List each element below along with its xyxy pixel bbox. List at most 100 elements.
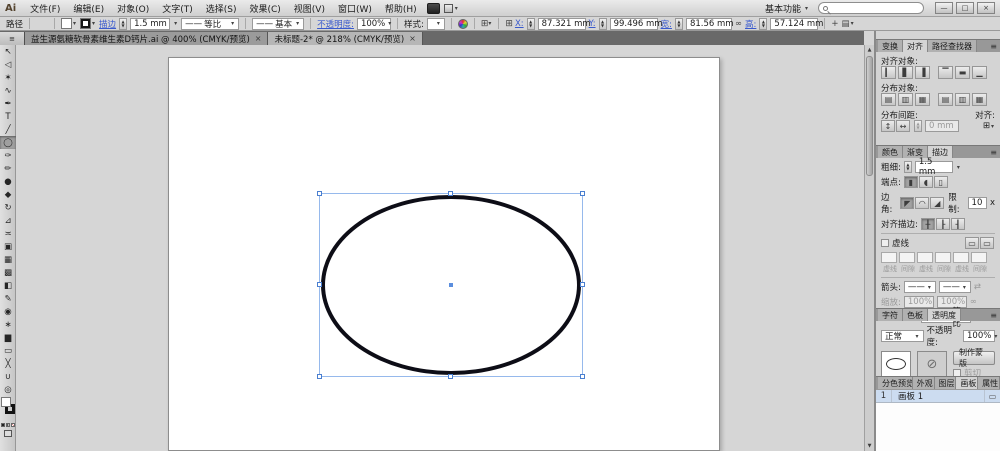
blend-mode-dropdown[interactable]: 正常▾	[881, 330, 924, 342]
menu-edit[interactable]: 编辑(E)	[67, 1, 110, 16]
close-button[interactable]: ×	[977, 2, 995, 14]
eyedropper-tool[interactable]: ✎	[0, 292, 16, 305]
cap-butt-button[interactable]: ▮	[904, 176, 918, 188]
miter-field[interactable]: 10	[968, 197, 987, 209]
tab-attributes[interactable]: 属性	[978, 377, 1000, 389]
drawing-mode-icon[interactable]	[4, 430, 12, 437]
eraser-tool[interactable]: ◆	[0, 188, 16, 201]
gap-input[interactable]	[899, 252, 915, 263]
stroke-panel-link[interactable]: 描边	[99, 18, 116, 30]
tab-color[interactable]: 颜色	[878, 146, 903, 158]
tab-layers[interactable]: 图层	[935, 377, 957, 389]
reference-point-locator-icon[interactable]: ⊞	[505, 19, 512, 29]
brush-definition-dropdown[interactable]: ——基本▾	[252, 18, 304, 30]
object-thumbnail[interactable]	[881, 351, 911, 377]
vertical-scrollbar[interactable]: ▲ ▼	[864, 45, 874, 451]
tab-separation-preview[interactable]: 分色预览	[878, 377, 913, 389]
selection-tool[interactable]: ↖	[0, 45, 16, 58]
selection-handle[interactable]	[580, 191, 585, 196]
workspace-switcher[interactable]: 基本功能▾	[765, 2, 809, 15]
pen-tool[interactable]: ✒	[0, 97, 16, 110]
arrow-end-dropdown[interactable]: ——▾	[939, 281, 971, 293]
tab-swatches[interactable]: 色板	[903, 309, 928, 321]
height-stepper[interactable]: ▲▼	[759, 18, 767, 30]
slice-tool[interactable]: ╳	[0, 357, 16, 370]
align-stroke-inside-button[interactable]: ┠	[936, 218, 950, 230]
selection-handle[interactable]	[448, 374, 453, 379]
artboard-list-item[interactable]: 1 画板 1 ▭	[876, 390, 1000, 403]
line-segment-tool[interactable]: ╱	[0, 123, 16, 136]
tab-pathfinder[interactable]: 路径查找器	[928, 40, 977, 52]
gap-input[interactable]	[935, 252, 951, 263]
x-label[interactable]: X:	[515, 19, 524, 29]
close-tab-icon[interactable]: ×	[409, 34, 416, 43]
color-mode-icon[interactable]	[1, 423, 5, 427]
opacity-panel-link[interactable]: 不透明度:	[317, 18, 354, 30]
distribute-right-button[interactable]: ▦	[972, 93, 987, 106]
type-tool[interactable]: T	[0, 110, 16, 123]
menu-help[interactable]: 帮助(H)	[379, 1, 423, 16]
document-tab-active[interactable]: 未标题-2* @ 218% (CMYK/预览) ×	[268, 32, 422, 45]
width-field[interactable]: 81.56 mm	[686, 18, 732, 30]
gap-input[interactable]	[971, 252, 987, 263]
weight-stepper[interactable]: ▲▼	[904, 161, 912, 173]
panel-menu-icon[interactable]: ≡	[990, 42, 997, 51]
join-round-button[interactable]: ◠	[915, 197, 929, 209]
selection-handle[interactable]	[317, 374, 322, 379]
magic-wand-tool[interactable]: ✶	[0, 71, 16, 84]
menu-select[interactable]: 选择(S)	[200, 1, 243, 16]
distribute-left-button[interactable]: ▤	[938, 93, 953, 106]
zoom-tool[interactable]: ◎	[0, 383, 16, 396]
align-stroke-outside-button[interactable]: ┨	[951, 218, 965, 230]
stroke-weight-dropdown-icon[interactable]: ▾	[173, 20, 178, 27]
y-field[interactable]: 99.496 mm	[610, 18, 658, 30]
search-input[interactable]	[818, 2, 924, 14]
width-label[interactable]: 宽:	[661, 18, 672, 30]
dash-input[interactable]	[917, 252, 933, 263]
align-right-button[interactable]: ▐	[915, 66, 930, 79]
document-tab-inactive[interactable]: 益生源氨糖软骨素维生素D钙片.ai @ 400% (CMYK/预览) ×	[25, 32, 268, 45]
selection-handle[interactable]	[580, 374, 585, 379]
preserve-dash-button[interactable]: ▭	[965, 237, 979, 249]
align-stroke-center-button[interactable]: ╂	[921, 218, 935, 230]
arrange-documents-icon[interactable]: ▾	[444, 4, 459, 13]
more-options-icon[interactable]: ▤▾	[842, 19, 855, 29]
width-stepper[interactable]: ▲▼	[675, 18, 683, 30]
align-hcenter-button[interactable]: ▋	[898, 66, 913, 79]
y-stepper[interactable]: ▲▼	[599, 18, 607, 30]
artboard-icon[interactable]: ▭	[984, 390, 1000, 402]
align-left-button[interactable]: ▎	[881, 66, 896, 79]
fill-stroke-swatches[interactable]	[0, 397, 16, 421]
scroll-up-icon[interactable]: ▲	[865, 45, 874, 55]
dash-input[interactable]	[953, 252, 969, 263]
weight-dropdown-icon[interactable]: ▾	[956, 164, 961, 171]
artboard-name[interactable]: 画板 1	[892, 390, 984, 402]
join-bevel-button[interactable]: ◢	[930, 197, 944, 209]
tab-character[interactable]: 字符	[878, 309, 903, 321]
align-top-button[interactable]: ▔	[938, 66, 953, 79]
menu-effect[interactable]: 效果(C)	[243, 1, 286, 16]
none-mode-icon[interactable]	[11, 423, 15, 427]
column-graph-tool[interactable]: ▆	[0, 331, 16, 344]
opacity-field[interactable]: 100%▾	[357, 18, 391, 30]
cap-projecting-button[interactable]: ▯	[934, 176, 948, 188]
mask-thumbnail[interactable]: ⊘	[917, 351, 947, 377]
paintbrush-tool[interactable]: ✑	[0, 149, 16, 162]
menu-file[interactable]: 文件(F)	[24, 1, 66, 16]
menu-view[interactable]: 视图(V)	[288, 1, 331, 16]
selection-bounding-box[interactable]	[319, 193, 583, 377]
close-tab-icon[interactable]: ×	[255, 34, 262, 43]
pencil-tool[interactable]: ✏	[0, 162, 16, 175]
lasso-tool[interactable]: ∿	[0, 84, 16, 97]
align-dash-button[interactable]: ▭	[980, 237, 994, 249]
align-options-dropdown[interactable]: ⊞▾	[481, 19, 493, 29]
make-mask-button[interactable]: 制作蒙版	[953, 351, 995, 365]
direct-selection-tool[interactable]: ◁	[0, 58, 16, 71]
width-profile-dropdown[interactable]: ——等比▾	[181, 18, 239, 30]
dash-input[interactable]	[881, 252, 897, 263]
free-transform-icon[interactable]: +	[831, 19, 838, 29]
scrollbar-thumb[interactable]	[866, 56, 873, 176]
tab-transparency[interactable]: 透明度	[928, 309, 961, 321]
constrain-proportions-icon[interactable]: ∞	[735, 19, 742, 29]
tools-panel-header[interactable]: ≡	[0, 32, 25, 45]
